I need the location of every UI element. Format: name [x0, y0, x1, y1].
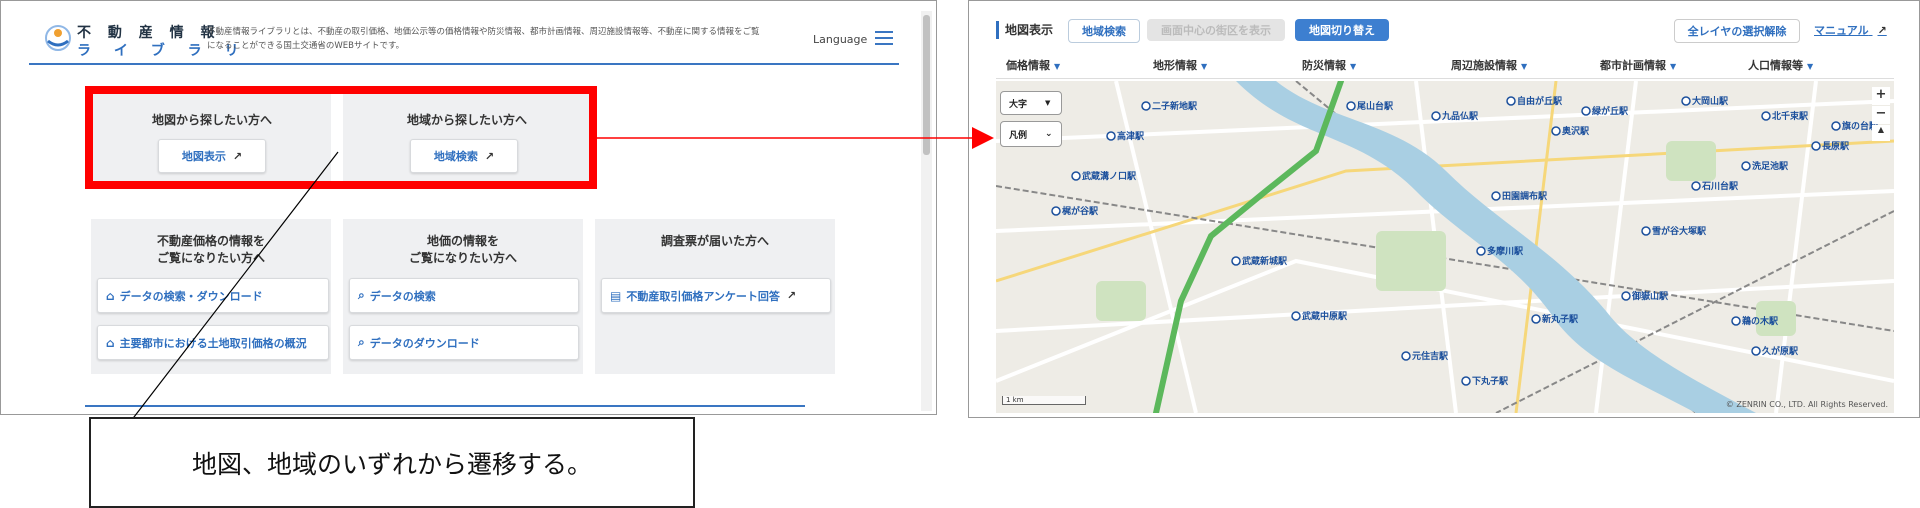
caption-pointer-line	[123, 151, 339, 431]
transition-arrowhead	[972, 127, 994, 149]
caption-box: 地図、地域のいずれから遷移する。	[89, 417, 695, 508]
